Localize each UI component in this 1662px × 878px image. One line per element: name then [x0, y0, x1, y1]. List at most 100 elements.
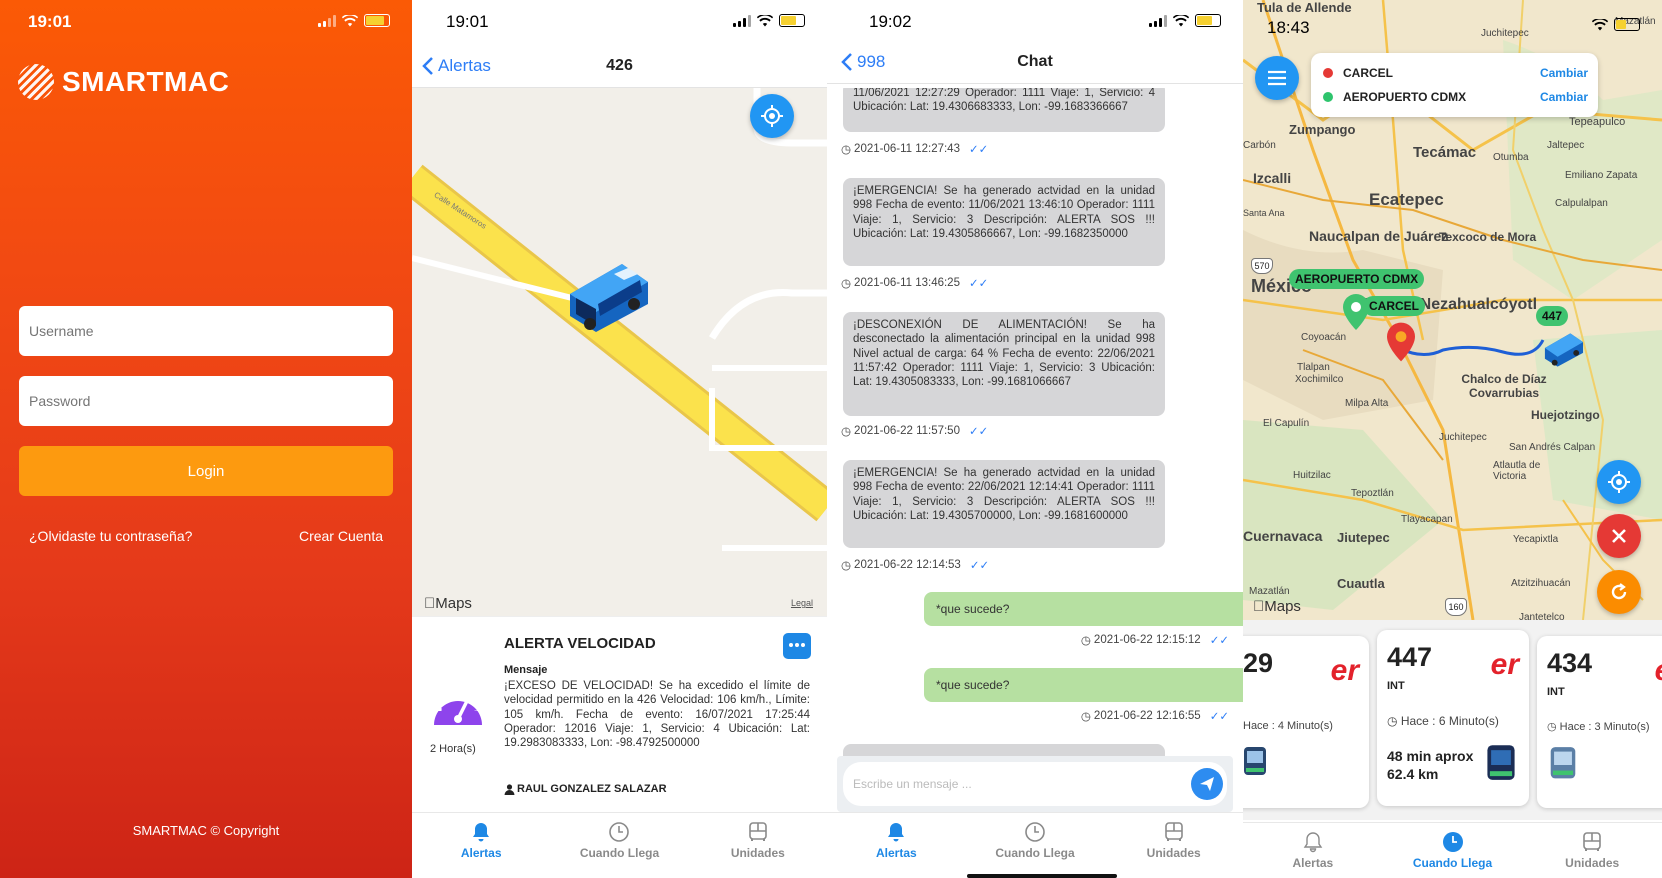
close-button[interactable]: [1597, 514, 1641, 558]
back-button[interactable]: 998: [841, 52, 885, 72]
origin-pin-label: CARCEL: [1363, 296, 1425, 316]
refresh-button[interactable]: [1597, 570, 1641, 614]
brand-logo: SMARTMAC: [18, 64, 229, 100]
message-timestamp: ◷ 2021-06-22 12:14:53 ✓✓: [841, 559, 990, 572]
bus-outline-icon: [1583, 832, 1601, 851]
map-label: Jiutepec: [1337, 530, 1390, 545]
unit-type: INT: [1547, 686, 1565, 698]
status-icons: [318, 14, 390, 27]
locate-button[interactable]: [750, 94, 794, 138]
origin-pin-icon[interactable]: [1387, 322, 1415, 362]
alert-map[interactable]: Calle Matamoros Maps Legal: [412, 88, 827, 616]
message-bubble-partial: [843, 744, 1165, 756]
eta-card[interactable]: 29 er Hace : 4 Minuto(s): [1243, 636, 1369, 808]
map-label: Tlayacapan: [1401, 514, 1453, 525]
map-label: Huitzilac: [1293, 470, 1331, 481]
tab-alertas[interactable]: Alertas: [827, 813, 966, 878]
brand-name: SMARTMAC: [62, 66, 230, 97]
chat-thread[interactable]: 11/06/2021 12:27:29 Operador: 1111 Viaje…: [827, 88, 1243, 756]
send-button[interactable]: [1191, 768, 1223, 800]
close-icon: [1612, 529, 1626, 543]
clock-icon: [1442, 832, 1463, 852]
refresh-icon: [1611, 583, 1627, 600]
change-destination-button[interactable]: Cambiar: [1540, 90, 1588, 104]
read-check-icon: ✓✓: [968, 278, 989, 290]
read-check-icon: ✓✓: [1209, 711, 1229, 723]
tab-cuando-llega[interactable]: Cuando Llega: [550, 813, 688, 878]
tab-unidades[interactable]: Unidades: [689, 813, 827, 878]
map-label: Naucalpan de Juárez: [1309, 228, 1449, 244]
page-title: Chat: [1017, 52, 1053, 70]
map-label: Tecámac: [1413, 144, 1477, 161]
origin-label: CARCEL: [1343, 66, 1393, 80]
destination-row: AEROPUERTO CDMX Cambiar: [1323, 90, 1588, 104]
operator-logo: er: [1490, 648, 1519, 681]
tab-alertas[interactable]: Alertas: [1243, 823, 1383, 878]
status-bar: 19:01: [0, 0, 412, 44]
unit-type: INT: [1387, 680, 1405, 692]
operator-logo: er: [1655, 654, 1662, 688]
crosshair-icon: [761, 105, 783, 127]
person-icon: [504, 783, 515, 795]
bell-icon: [473, 823, 490, 842]
username-input[interactable]: [19, 306, 393, 356]
legal-link[interactable]: Legal: [791, 598, 813, 608]
highway-shield-570: 570: [1251, 258, 1273, 274]
back-button[interactable]: Alertas: [422, 56, 491, 76]
map-label: San Andrés Calpan: [1509, 442, 1596, 453]
origin-row: CARCEL Cambiar: [1323, 66, 1588, 80]
tab-alertas[interactable]: Alertas: [412, 813, 550, 878]
status-icons: [733, 14, 805, 27]
message-timestamp: ◷ 2021-06-22 11:57:50 ✓✓: [841, 425, 989, 438]
tab-unidades[interactable]: Unidades: [1522, 823, 1662, 878]
create-account-link[interactable]: Crear Cuenta: [299, 528, 383, 544]
map-label: Tepeapulco: [1569, 116, 1626, 128]
locate-button[interactable]: [1597, 460, 1641, 504]
back-label: 998: [857, 51, 886, 71]
read-check-icon: ✓✓: [968, 144, 989, 156]
last-seen: ◷ Hace : 3 Minuto(s): [1547, 721, 1650, 733]
destination-pin-icon[interactable]: [1343, 294, 1369, 330]
unit-number: 447: [1387, 642, 1433, 672]
battery-icon: [1614, 18, 1640, 31]
login-button[interactable]: Login: [19, 446, 393, 496]
map-label: Chalco de Díaz Covarrubias: [1461, 372, 1547, 400]
route-map[interactable]: Tula de Allende Juchitepec Mazatlán Zump…: [1243, 0, 1662, 620]
message-timestamp: ◷ 2021-06-22 12:15:12 ✓✓: [1080, 634, 1229, 647]
bus-marker-icon[interactable]: [1541, 328, 1585, 368]
tab-cuando-llega[interactable]: Cuando Llega: [1383, 823, 1523, 878]
map-label: Ecatepec: [1369, 190, 1444, 209]
map-label: Tlalpan: [1297, 362, 1330, 373]
highway-shield-160: 160: [1445, 598, 1467, 616]
tab-cuando-llega[interactable]: Cuando Llega: [966, 813, 1105, 878]
sent-message-bubble: *que sucede?: [924, 668, 1243, 702]
change-origin-button[interactable]: Cambiar: [1540, 66, 1588, 80]
message-bubble: ¡EMERGENCIA! Se ha generado actvidad en …: [843, 460, 1165, 548]
nav-bar: Alertas 426: [412, 44, 827, 88]
map-label: Santa Ana: [1243, 208, 1285, 218]
eta-card-selected[interactable]: 447 er INT ◷ Hace : 6 Minuto(s) 48 min a…: [1377, 630, 1529, 806]
eta-card[interactable]: 434 er INT ◷ Hace : 3 Minuto(s): [1537, 636, 1662, 808]
status-bar: 19:01: [412, 0, 827, 44]
forgot-password-link[interactable]: ¿Olvidaste tu contraseña?: [29, 528, 192, 544]
chat-bubble-icon[interactable]: [783, 633, 811, 659]
nav-bar: 998 Chat: [827, 40, 1243, 84]
tab-bar: Alertas Cuando Llega Unidades: [412, 812, 827, 878]
tab-bar: Alertas Cuando Llega Unidades: [1243, 822, 1662, 878]
sent-message-bubble: *que sucede?: [924, 592, 1243, 626]
apple-maps-label: Maps: [424, 595, 472, 612]
menu-button[interactable]: [1255, 56, 1299, 100]
status-time: 19:02: [869, 12, 912, 31]
message-timestamp: ◷ 2021-06-22 12:16:55 ✓✓: [1080, 710, 1229, 723]
map-label: Tepoztlán: [1351, 488, 1394, 499]
wifi-icon: [1592, 18, 1608, 30]
password-input[interactable]: [19, 376, 393, 426]
message-input[interactable]: Escribe un mensaje ...: [843, 762, 1227, 806]
operator-row: RAUL GONZALEZ SALAZAR: [504, 783, 667, 795]
bus-badge: 447: [1536, 306, 1569, 326]
clock-icon: [609, 822, 630, 842]
hamburger-icon: [1268, 70, 1286, 86]
bus-outline-icon: [1164, 822, 1183, 841]
tab-unidades[interactable]: Unidades: [1104, 813, 1243, 878]
status-time: 19:01: [446, 12, 489, 31]
